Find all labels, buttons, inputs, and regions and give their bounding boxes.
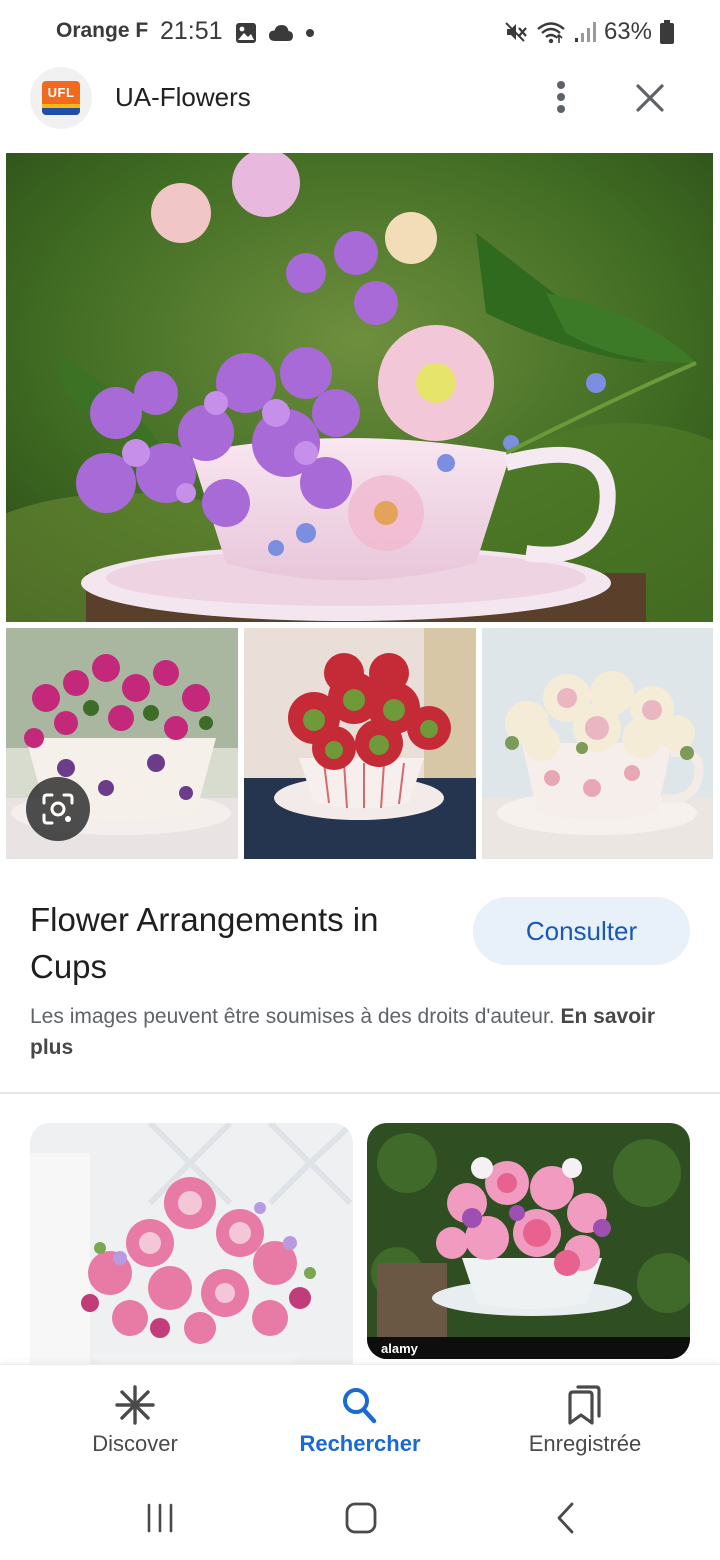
related-image-1[interactable] xyxy=(30,1123,353,1364)
carrier-name: Orange F xyxy=(56,19,149,42)
back-icon xyxy=(557,1502,574,1534)
cloud-icon xyxy=(269,25,293,41)
recent-apps-button[interactable] xyxy=(130,1496,190,1540)
nav-discover-label: Discover xyxy=(92,1431,178,1456)
related-image-2[interactable]: alamy xyxy=(367,1123,690,1359)
battery-percent: 63% xyxy=(603,18,652,45)
main-image[interactable] xyxy=(6,153,713,622)
close-icon xyxy=(636,84,664,112)
notification-icons xyxy=(234,20,316,46)
signal-icon xyxy=(574,22,596,42)
wifi-icon xyxy=(537,22,565,44)
divider xyxy=(0,1092,720,1094)
nav-saved[interactable]: Enregistrée xyxy=(465,1365,705,1475)
flowers-teacup-illustration xyxy=(6,153,713,622)
recent-apps-icon xyxy=(147,1503,173,1533)
logo-badge: UFL xyxy=(42,81,80,115)
lens-search-icon xyxy=(42,793,74,825)
consult-button[interactable]: Consulter xyxy=(473,897,690,965)
dot-icon xyxy=(306,29,314,37)
system-navigation-bar xyxy=(0,1474,720,1560)
back-button[interactable] xyxy=(535,1496,595,1540)
watermark-text: alamy xyxy=(381,1341,419,1356)
close-button[interactable] xyxy=(628,76,672,120)
thumbnail-cream-roses[interactable] xyxy=(482,628,713,859)
copyright-notice: Les images peuvent être soumises à des d… xyxy=(30,1001,695,1063)
search-icon xyxy=(343,1388,377,1424)
result-title: Flower Arrangements in Cups xyxy=(30,901,379,985)
mute-icon xyxy=(505,22,527,42)
app-logo[interactable]: UFL xyxy=(30,67,92,129)
app-header: UFL UA-Flowers xyxy=(0,64,720,132)
bottom-navigation: Discover Rechercher Enregistrée xyxy=(0,1364,720,1474)
asterisk-icon xyxy=(115,1385,155,1425)
nav-search-label: Rechercher xyxy=(299,1431,421,1456)
clock: 21:51 xyxy=(160,17,223,45)
more-vert-icon xyxy=(557,81,565,113)
system-status-icons: 63% xyxy=(504,17,674,47)
gallery-icon xyxy=(236,23,256,43)
lens-search-button[interactable] xyxy=(26,777,90,841)
home-icon xyxy=(345,1502,377,1534)
bookmarks-icon xyxy=(568,1385,601,1425)
thumbnail-ranunculus[interactable] xyxy=(244,628,476,859)
nav-search[interactable]: Rechercher xyxy=(240,1365,480,1475)
logo-text: UFL xyxy=(42,81,80,104)
home-button[interactable] xyxy=(331,1496,391,1540)
battery-icon xyxy=(660,20,674,44)
more-options-button[interactable] xyxy=(540,76,582,118)
copyright-text: Les images peuvent être soumises à des d… xyxy=(30,1005,555,1028)
source-title[interactable]: UA-Flowers xyxy=(115,82,251,113)
nav-saved-label: Enregistrée xyxy=(528,1431,642,1456)
status-bar: Orange F 21:51 63% xyxy=(0,0,720,64)
nav-discover[interactable]: Discover xyxy=(15,1365,255,1475)
